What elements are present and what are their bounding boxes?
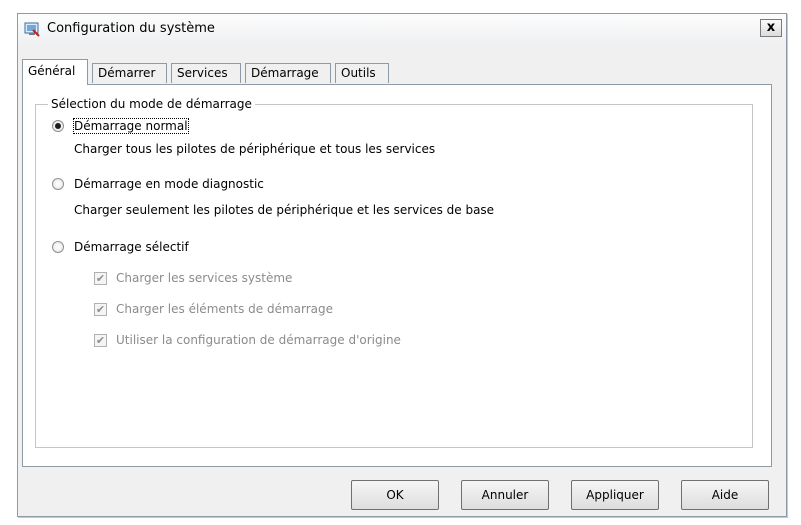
checkmark-icon: ✔ [95, 303, 106, 316]
diagnostic-startup-description: Charger seulement les pilotes de périphé… [74, 203, 495, 217]
apply-button[interactable]: Appliquer [571, 480, 659, 510]
button-label: OK [386, 488, 404, 502]
window-title: Configuration du système [47, 21, 215, 36]
load-startup-items-label[interactable]: Charger les éléments de démarrage [116, 302, 333, 316]
close-icon: x [766, 20, 776, 35]
normal-startup-label[interactable]: Démarrage normal [73, 118, 189, 134]
close-button[interactable]: x [760, 19, 782, 37]
general-tab-panel: Sélection du mode de démarrage Démarrage… [22, 84, 772, 467]
diagnostic-startup-radio[interactable] [52, 178, 64, 190]
ok-button[interactable]: OK [351, 480, 439, 510]
use-original-boot-config-checkbox[interactable]: ✔ [94, 334, 107, 347]
normal-startup-description: Charger tous les pilotes de périphérique… [74, 142, 436, 156]
button-label: Annuler [481, 488, 529, 502]
system-config-window: Configuration du système x Général Démar… [17, 13, 787, 517]
tab-label: Général [28, 64, 76, 78]
help-button[interactable]: Aide [681, 480, 769, 510]
cancel-button[interactable]: Annuler [461, 480, 549, 510]
checkmark-icon: ✔ [95, 334, 106, 347]
tab-services[interactable]: Services [171, 63, 241, 83]
group-legend: Sélection du mode de démarrage [48, 97, 255, 111]
checkmark-icon: ✔ [95, 272, 106, 285]
button-label: Aide [711, 488, 739, 502]
load-system-services-label[interactable]: Charger les services système [116, 271, 292, 285]
title-bar[interactable]: Configuration du système x [18, 14, 786, 44]
startup-mode-group: Sélection du mode de démarrage Démarrage… [35, 97, 753, 448]
tab-label: Démarrage [251, 66, 319, 80]
button-label: Appliquer [586, 488, 644, 502]
load-system-services-checkbox[interactable]: ✔ [94, 272, 107, 285]
tab-label: Outils [341, 66, 376, 80]
normal-startup-radio[interactable] [52, 120, 64, 132]
diagnostic-startup-label[interactable]: Démarrage en mode diagnostic [74, 177, 264, 191]
radio-selected-dot [55, 123, 61, 129]
tab-label: Services [177, 66, 228, 80]
selective-startup-radio[interactable] [52, 241, 64, 253]
tab-general[interactable]: Général [22, 59, 88, 85]
use-original-boot-config-label[interactable]: Utiliser la configuration de démarrage d… [116, 333, 401, 347]
tab-outils[interactable]: Outils [335, 63, 389, 83]
selective-startup-label[interactable]: Démarrage sélectif [74, 240, 189, 254]
tab-demarrer[interactable]: Démarrer [92, 63, 167, 83]
tab-label: Démarrer [98, 66, 156, 80]
load-startup-items-checkbox[interactable]: ✔ [94, 303, 107, 316]
system-config-icon [24, 22, 40, 37]
tab-demarrage[interactable]: Démarrage [245, 63, 331, 83]
